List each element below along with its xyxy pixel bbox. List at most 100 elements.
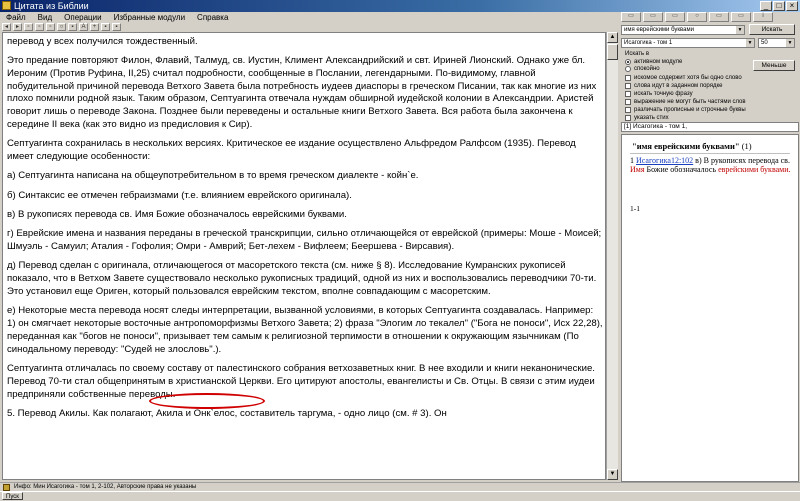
highlight-word: Имя — [630, 165, 645, 174]
document-text: Александрию и за 72 дня переложили на гр… — [7, 33, 603, 427]
document-view[interactable]: Александрию и за 72 дня переложили на гр… — [2, 32, 606, 480]
result-text: Божие обозначалось — [646, 165, 717, 174]
option-case-sensitive[interactable]: различать прописные и строчные буквы — [625, 106, 746, 114]
preview-body: 1 Исагогика12:102 в) В рукописях перевод… — [630, 156, 796, 174]
menu-help[interactable]: Справка — [191, 12, 234, 23]
option-label: указать стих — [634, 115, 669, 121]
scroll-up-icon[interactable]: ▲ — [607, 32, 618, 43]
option-label: слова идут в заданном порядке — [634, 83, 723, 89]
menu-view[interactable]: Вид — [32, 12, 58, 23]
module-select[interactable]: Исагогика - том 1 ▼ — [621, 38, 755, 48]
start-button[interactable]: Пуск — [2, 492, 23, 500]
result-number: 1 — [630, 156, 634, 165]
option-label: различать прописные и строчные буквы — [634, 107, 746, 113]
bookmarks-icon[interactable]: ▭ — [643, 12, 663, 22]
back-icon[interactable]: ◂ — [2, 23, 11, 31]
option-label: выражение не могут быть частями слов — [634, 99, 746, 105]
chevron-down-icon[interactable]: ▼ — [746, 39, 754, 47]
search-in-label: Искать в — [625, 51, 650, 57]
paragraph: Септуагинта сохранилась в нескольких вер… — [7, 138, 576, 163]
paragraph: Это предание повторяют Филон, Флавий, Та… — [7, 55, 597, 131]
limit-select-text: 50 — [761, 40, 768, 46]
chevron-down-icon[interactable]: ▼ — [736, 26, 744, 34]
option-whole-words[interactable]: выражение не могут быть частями слов — [625, 98, 746, 106]
paragraph: в) В рукописях перевода св. Имя Божие об… — [7, 209, 347, 221]
result-link[interactable]: Исагогика12:102 — [636, 156, 693, 165]
paragraph: Септуагинта отличалась по своему составу… — [7, 363, 595, 400]
info-icon — [3, 484, 10, 491]
scroll-down-icon[interactable]: ▼ — [607, 469, 618, 480]
option-exact-phrase[interactable]: искать точную фразу — [625, 90, 693, 98]
option-label: искомое содержит хотя бы одно слово — [634, 75, 742, 81]
module-select-text: Исагогика - том 1 — [624, 40, 673, 46]
checkbox-icon[interactable] — [625, 83, 631, 89]
search-query-text: имя еврейскими буквами — [624, 27, 694, 33]
scope-label: спокойно — [634, 66, 660, 72]
result-preview: "имя еврейскими буквами" (1) 1 Исагогика… — [621, 134, 799, 482]
search-icon[interactable]: ○ — [57, 23, 66, 31]
forward-icon[interactable]: ▸ — [13, 23, 22, 31]
minimize-icon[interactable]: _ — [760, 1, 772, 11]
option-label: искать точную фразу — [634, 91, 693, 97]
search-panel: ▭ ▭ ▭ ○ ▭ ▭ i имя еврейскими буквами ▼ И… — [619, 12, 800, 482]
paragraph: е) Некоторые места перевода носят следы … — [7, 305, 603, 355]
settings-icon[interactable]: ▪ — [112, 23, 121, 31]
maximize-icon[interactable]: □ — [773, 1, 785, 11]
copy-icon[interactable]: ▫ — [35, 23, 44, 31]
paragraph: д) Перевод сделан с оригинала, отличающе… — [7, 260, 597, 298]
preview-heading: "имя еврейскими буквами" (1) — [632, 141, 752, 151]
status-bar: Инфо: Мин Исагогика - том 1, 2-102, Авто… — [0, 482, 800, 491]
bookmark-icon[interactable]: ▪ — [68, 23, 77, 31]
result-list-item[interactable]: [1] Исагогика - том 1, — [621, 122, 799, 132]
checkbox-icon[interactable] — [625, 91, 631, 97]
window-title: Цитата из Библии — [14, 1, 89, 11]
checkbox-icon[interactable] — [625, 99, 631, 105]
highlight-word: еврейскими буквами. — [718, 165, 791, 174]
option-any-word[interactable]: искомое содержит хотя бы одно слово — [625, 74, 742, 82]
search-query-input[interactable]: имя еврейскими буквами ▼ — [621, 25, 745, 35]
preview-verse: 1-1 — [630, 204, 640, 213]
radio-off-icon[interactable] — [625, 66, 631, 72]
app-icon — [2, 1, 11, 10]
taskbar: Пуск — [0, 491, 800, 500]
paragraph: б) Синтаксис ее отмечен гебраизмами (т.е… — [7, 189, 352, 201]
option-word-order[interactable]: слова идут в заданном порядке — [625, 82, 722, 90]
preview-divider — [630, 153, 790, 154]
search-button[interactable]: Искать — [749, 24, 795, 35]
font-icon[interactable]: A — [79, 23, 88, 31]
history-icon[interactable]: ▭ — [665, 12, 685, 22]
document-scrollbar[interactable]: ▲ ▼ — [606, 32, 618, 480]
tool-icon[interactable]: ▪ — [101, 23, 110, 31]
open-icon[interactable]: ▫ — [24, 23, 33, 31]
result-text: в) В рукописях перевода св. — [695, 156, 790, 165]
menu-file[interactable]: Файл — [0, 12, 32, 23]
menu-bar: Файл Вид Операции Избранные модули Справ… — [0, 12, 620, 23]
zoom-icon[interactable]: + — [90, 23, 99, 31]
checkbox-icon[interactable] — [625, 107, 631, 113]
menu-operations[interactable]: Операции — [58, 12, 107, 23]
close-icon[interactable]: × — [786, 1, 798, 11]
preview-query: "имя еврейскими буквами" — [632, 141, 740, 151]
scroll-thumb[interactable] — [607, 44, 618, 60]
chevron-down-icon[interactable]: ▼ — [786, 39, 794, 47]
option-verse[interactable]: указать стих — [625, 114, 669, 122]
dictionary-icon[interactable]: ▭ — [731, 12, 751, 22]
scope-radio-other[interactable]: спокойно — [625, 65, 660, 73]
paragraph: Александрию и за 72 дня переложили на гр… — [7, 33, 597, 47]
less-button[interactable]: Меньше — [753, 60, 795, 71]
limit-select[interactable]: 50 ▼ — [758, 38, 795, 48]
main-toolbar: ◂ ▸ ▫ ▫ ▫ ○ ▪ A + ▪ ▪ — [0, 23, 620, 32]
info-icon[interactable]: i — [753, 12, 773, 22]
checkbox-icon[interactable] — [625, 115, 631, 121]
menu-favorites[interactable]: Избранные модули — [108, 12, 191, 23]
paragraph: а) Септуагинта написана на общеупотребит… — [7, 170, 419, 182]
search-toolbar: ▭ ▭ ▭ ○ ▭ ▭ i — [621, 12, 799, 23]
paragraph: г) Еврейские имена и названия переданы в… — [7, 228, 602, 253]
search-tab-icon[interactable]: ○ — [687, 12, 707, 22]
print-icon[interactable]: ▫ — [46, 23, 55, 31]
notes-icon[interactable]: ▭ — [709, 12, 729, 22]
title-bar: Цитата из Библии _ □ × — [0, 0, 800, 12]
paragraph: 5. Перевод Акилы. Как полагают, Акила и … — [7, 407, 447, 419]
checkbox-icon[interactable] — [625, 75, 631, 81]
folder-icon[interactable]: ▭ — [621, 12, 641, 22]
